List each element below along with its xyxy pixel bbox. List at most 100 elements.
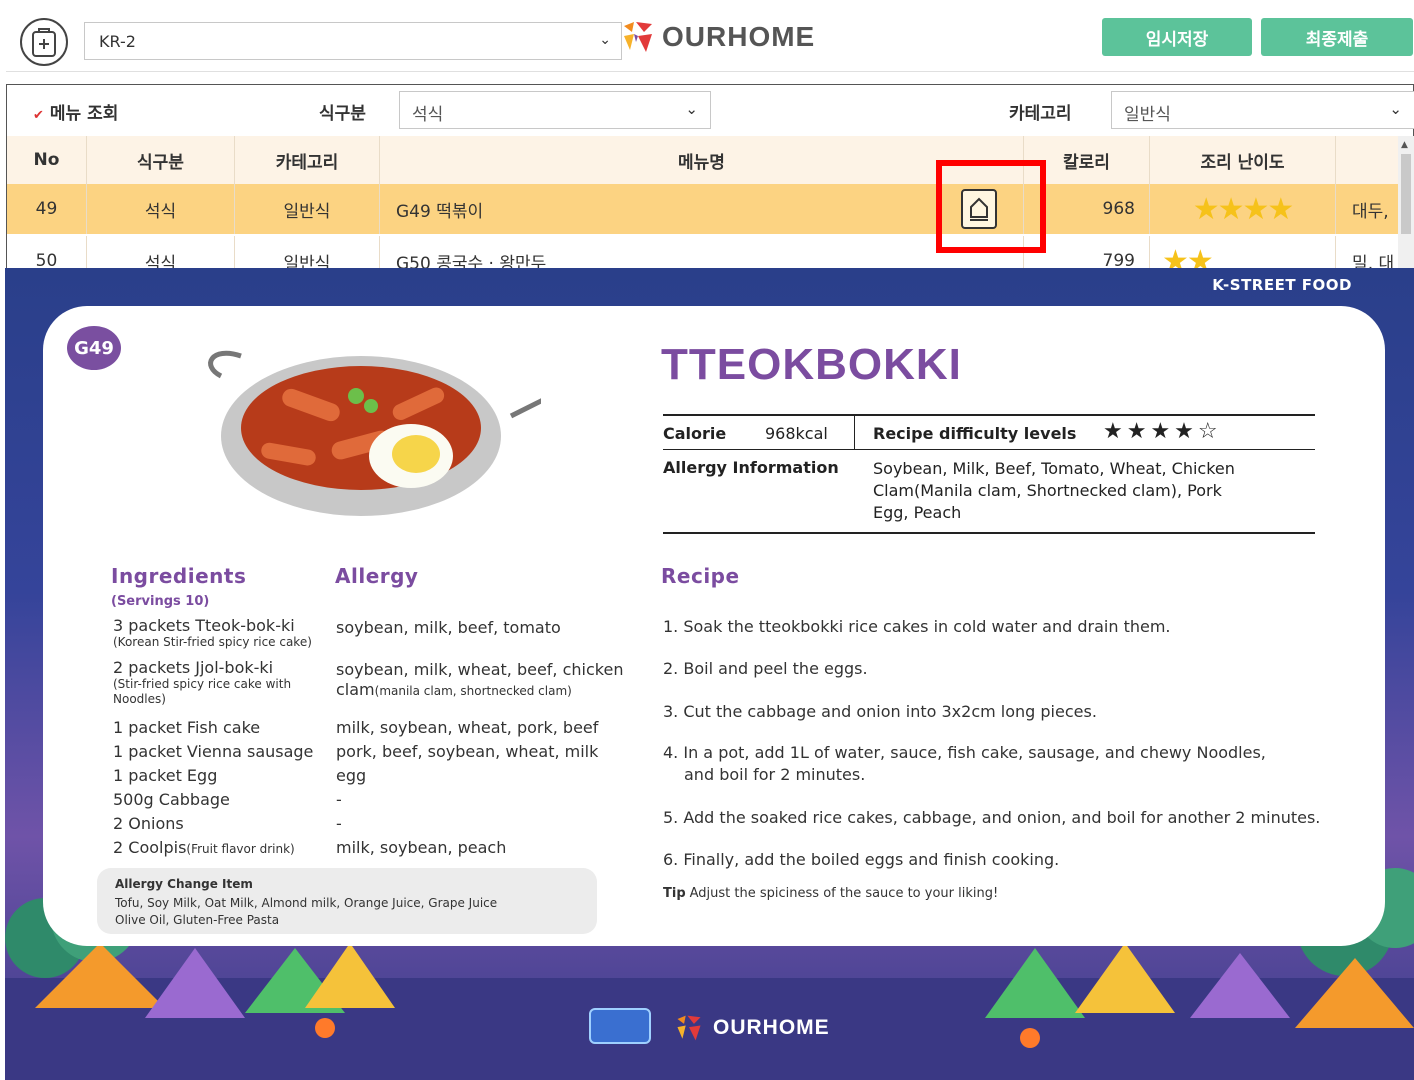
recipe-step: 3. Cut the cabbage and onion into 3x2cm … <box>663 702 1097 721</box>
allergy-item: pork, beef, soybean, wheat, milk <box>336 742 599 761</box>
app-root: KR-2 ⌄ OURHOME 임시저장 최종제출 ✔ 메뉴 조회 식구분 석식 ⌄… <box>0 0 1414 1080</box>
festival-logo <box>589 1008 651 1044</box>
allergy-item: - <box>336 814 342 833</box>
top-header: KR-2 ⌄ OURHOME 임시저장 최종제출 <box>6 8 1414 72</box>
tip-label: Tip <box>663 886 686 901</box>
tip-text: Adjust the spiciness of the sauce to you… <box>689 886 999 901</box>
col-header-category[interactable]: 카테고리 <box>235 136 380 184</box>
allergy-info-label: Allergy Information <box>663 458 839 477</box>
table-row-selected[interactable]: 49 석식 일반식 G49 떡볶이 968 ★★★★ 대두, <box>7 184 1399 234</box>
home-menu-button[interactable] <box>20 18 68 66</box>
category-banner: K-STREET FOOD <box>1212 276 1352 294</box>
recipe-card: G49 TTEOKBOKKI Calorie 968kcal Recipe di… <box>43 306 1385 946</box>
ingredient-item: 2 packets Jjol-bok-ki (Stir-fried spicy … <box>113 658 323 707</box>
allergy-item: soybean, milk, wheat, beef, chicken <box>336 660 624 679</box>
grid-scrollbar[interactable]: ▲ <box>1398 136 1414 268</box>
cell-allergy: 대두, <box>1352 201 1389 222</box>
chevron-down-icon: ⌄ <box>599 32 611 48</box>
recipe-step: 6. Finally, add the boiled eggs and fini… <box>663 850 1060 869</box>
site-select-value: KR-2 <box>99 32 136 51</box>
ingredient-sub: (Stir-fried spicy rice cake with Noodles… <box>113 677 292 706</box>
recipe-heading: Recipe <box>657 564 748 588</box>
allergy-heading: Allergy <box>331 564 427 588</box>
recipe-title: TTEOKBOKKI <box>661 340 962 389</box>
brand-logo: OURHOME <box>620 20 815 54</box>
allergy-change-line: Olive Oil, Gluten-Free Pasta <box>115 913 280 927</box>
meal-type-value: 석식 <box>412 105 444 125</box>
cell-category: 일반식 <box>235 184 380 234</box>
menu-code-badge: G49 <box>67 326 121 370</box>
cell-no: 49 <box>7 184 87 234</box>
cell-category: 일반식 <box>235 236 380 268</box>
ingredient-item: 1 packet Fish cake <box>113 718 261 737</box>
calorie-label: Calorie <box>663 424 727 443</box>
allergy-clam: clam <box>336 680 375 699</box>
difficulty-label: Recipe difficulty levels <box>873 424 1077 443</box>
servings-text: (Servings 10) <box>111 594 210 609</box>
chevron-down-icon: ⌄ <box>1389 100 1402 118</box>
menu-search-bar: ✔ 메뉴 조회 식구분 석식 ⌄ 카테고리 일반식 ⌄ <box>6 84 1414 136</box>
ingredient-item: 1 packet Vienna sausage <box>113 742 314 761</box>
brand-name: OURHOME <box>662 21 816 52</box>
allergy-info-value: Soybean, Milk, Beef, Tomato, Wheat, Chic… <box>873 459 1235 522</box>
ingredient-name: 3 packets Tteok-bok-ki <box>113 616 295 635</box>
search-title: ✔ 메뉴 조회 <box>33 99 118 124</box>
allergy-item: - <box>336 790 342 809</box>
difficulty-stars: ★★★★☆ <box>1103 419 1222 444</box>
info-allergy-row: Allergy Information Soybean, Milk, Beef,… <box>663 450 1315 534</box>
cell-menu-name: G50 콩국수 · 왕만두 <box>396 253 547 269</box>
cell-allergy: 밀, 대 <box>1352 253 1395 269</box>
category-label: 카테고리 <box>1009 104 1072 124</box>
recipe-step: 2. Boil and peel the eggs. <box>663 659 868 678</box>
calorie-value: 968kcal <box>765 424 828 443</box>
recipe-step-cont: and boil for 2 minutes. <box>684 765 866 784</box>
ingredient-item: 2 Coolpis(Fruit flavor drink) <box>113 838 295 857</box>
recipe-tip: Tip Adjust the spiciness of the sauce to … <box>663 886 998 901</box>
check-icon: ✔ <box>33 108 44 123</box>
cell-difficulty: ★★ <box>1150 236 1336 268</box>
allergy-clam-detail: (manila clam, shortnecked clam) <box>374 684 572 698</box>
ourhome-logo-icon <box>677 1015 701 1041</box>
site-select[interactable]: KR-2 ⌄ <box>84 22 622 60</box>
ourhome-logo-icon <box>624 22 652 52</box>
allergy-item: milk, soybean, wheat, pork, beef <box>336 718 599 737</box>
ingredients-heading: Ingredients <box>107 564 255 588</box>
cell-meal: 석식 <box>87 236 235 268</box>
allergy-change-title: Allergy Change Item <box>115 877 253 891</box>
col-header-meal[interactable]: 식구분 <box>87 136 235 184</box>
scroll-up-icon[interactable]: ▲ <box>1401 140 1408 150</box>
cell-menu-name: G49 떡볶이 <box>396 201 484 222</box>
final-submit-button[interactable]: 최종제출 <box>1261 18 1413 56</box>
recipe-info-table: Calorie 968kcal Recipe difficulty levels… <box>663 414 1315 534</box>
col-header-difficulty[interactable]: 조리 난이도 <box>1150 136 1336 184</box>
recipe-step: 1. Soak the tteokbokki rice cakes in col… <box>663 617 1171 636</box>
table-row[interactable]: 50 석식 일반식 G50 콩국수 · 왕만두 799 ★★ 밀, 대 <box>7 236 1399 268</box>
ingredient-name: 2 packets Jjol-bok-ki <box>113 658 274 677</box>
cell-difficulty: ★★★★ <box>1150 184 1336 234</box>
temp-save-button[interactable]: 임시저장 <box>1102 18 1252 56</box>
category-select[interactable]: 일반식 ⌄ <box>1111 91 1414 129</box>
ingredient-item: 1 packet Egg <box>113 766 218 785</box>
meal-type-label: 식구분 <box>319 104 366 124</box>
allergy-item: soybean, milk, beef, tomato <box>336 618 561 637</box>
ingredient-name: 2 Coolpis <box>113 838 187 857</box>
ingredient-item: 3 packets Tteok-bok-ki (Korean Stir-frie… <box>113 616 312 650</box>
col-header-no[interactable]: No <box>7 136 87 184</box>
grid-header-row: No 식구분 카테고리 메뉴명 칼로리 조리 난이도 <box>7 136 1399 184</box>
scroll-thumb[interactable] <box>1401 154 1411 234</box>
info-divider <box>854 416 855 450</box>
cell-no: 50 <box>7 236 87 268</box>
col-header-menu-name[interactable]: 메뉴명 <box>380 136 1024 184</box>
ingredient-item: 500g Cabbage <box>113 790 230 809</box>
allergy-item: milk, soybean, peach <box>336 838 507 857</box>
recipe-step: 4. In a pot, add 1L of water, sauce, fis… <box>663 743 1266 762</box>
recipe-icon-highlight <box>936 160 1046 253</box>
difficulty-stars: ★★★★ <box>1192 191 1295 227</box>
tteokbokki-dish-image <box>208 350 541 516</box>
allergy-item: egg <box>336 766 367 785</box>
ingredient-sub: (Korean Stir-fried spicy rice cake) <box>113 635 312 649</box>
col-header-extra <box>1336 136 1399 184</box>
footer-brand-name: OURHOME <box>713 1016 830 1039</box>
ingredient-item: 2 Onions <box>113 814 184 833</box>
meal-type-select[interactable]: 석식 ⌄ <box>399 91 711 129</box>
